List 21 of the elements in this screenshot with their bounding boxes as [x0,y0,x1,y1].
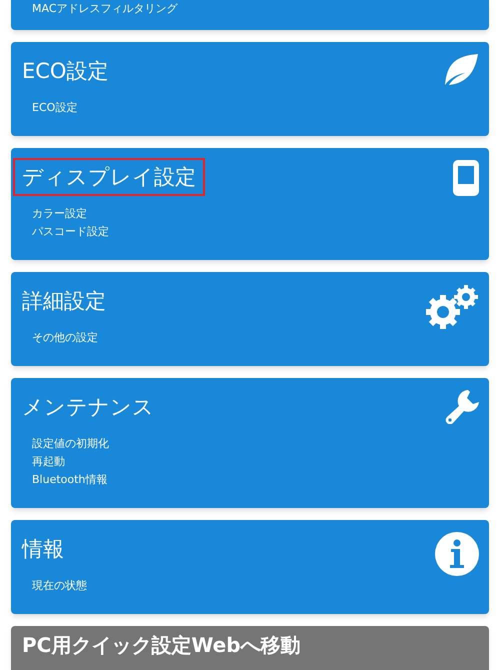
leaf-icon [445,54,479,86]
card-title[interactable]: ディスプレイ設定 [13,158,205,196]
link-card[interactable]: PC用クイック設定Webへ移動 [11,626,489,670]
menu-item[interactable]: パスコード設定 [32,223,489,241]
menu-item[interactable]: その他の設定 [32,329,489,347]
menu-item[interactable]: Bluetooth情報 [32,471,489,489]
wrench-icon [445,390,479,424]
info-icon [435,532,479,576]
card-title[interactable]: 情報 [13,530,73,568]
phone-icon [453,160,479,196]
menu-item[interactable]: 現在の状態 [32,577,489,595]
menu-item[interactable]: 設定値の初期化 [32,435,489,453]
gears-icon [425,284,479,330]
card-title[interactable]: メンテナンス [13,388,163,426]
card-title[interactable]: 詳細設定 [13,282,115,320]
menu-item[interactable]: MACアドレスフィルタリング [32,0,489,18]
menu-item[interactable]: カラー設定 [32,205,489,223]
menu-item[interactable]: ECO設定 [32,99,489,117]
menu-item[interactable]: 再起動 [32,453,489,471]
card-title[interactable]: ECO設定 [13,52,118,90]
card-title: PC用クイック設定Webへ移動 [22,633,301,657]
